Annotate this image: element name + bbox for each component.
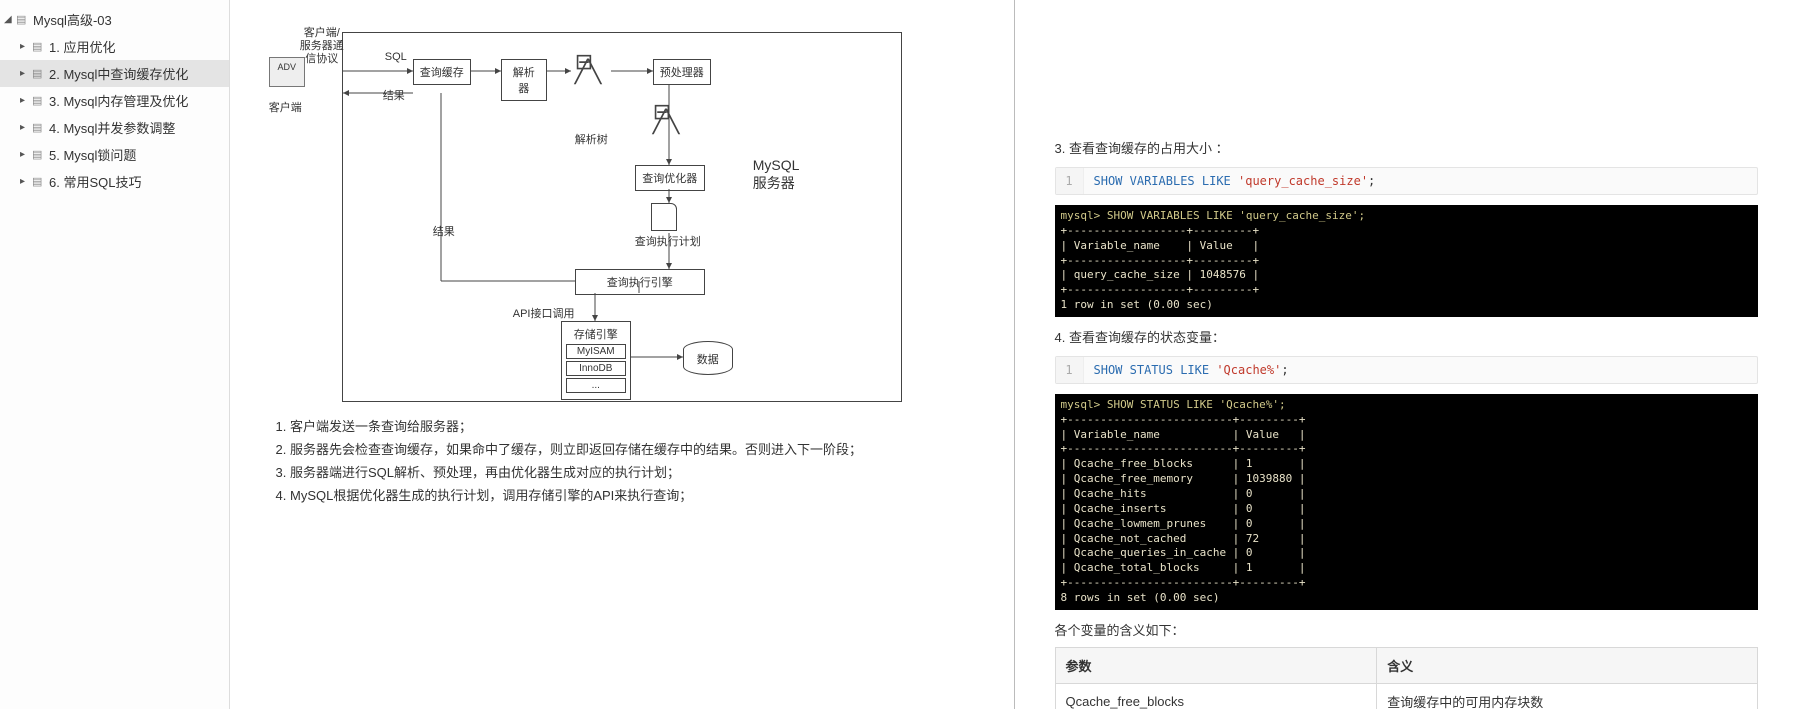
- variable-meaning-table: 参数 含义 Qcache_free_blocks 查询缓存中的可用内存块数 Qc…: [1055, 647, 1759, 709]
- tree-item-label: 3. Mysql内存管理及优化: [49, 91, 188, 110]
- server-title: MySQL 服务器: [753, 157, 800, 193]
- plan-doc-icon: [651, 203, 677, 231]
- exec-engine-box: 查询执行引擎: [575, 269, 705, 295]
- tree-icon: ⊟╱╲: [575, 57, 602, 77]
- api-call-label: API接口调用: [513, 305, 575, 321]
- tree-item-3[interactable]: ▸ ▤ 3. Mysql内存管理及优化: [0, 87, 229, 114]
- tree-item-label: 5. Mysql锁问题: [49, 145, 136, 164]
- tree-item-4[interactable]: ▸ ▤ 4. Mysql并发参数调整: [0, 114, 229, 141]
- tree-item-1[interactable]: ▸ ▤ 1. 应用优化: [0, 33, 229, 60]
- data-cylinder: 数据: [683, 341, 733, 375]
- caret-right-icon: ▸: [20, 68, 32, 79]
- th-meaning: 含义: [1377, 647, 1758, 683]
- page-icon: ▤: [32, 94, 46, 107]
- content-area: ADV 客户端 客户端/服务器通信协议 SQL 查询缓存 解析器 预处理器 ⊟╱…: [230, 0, 1798, 709]
- code-block-3: 1 SHOW VARIABLES LIKE 'query_cache_size'…: [1055, 167, 1759, 195]
- cache-box: 查询缓存: [413, 59, 471, 85]
- result-mid-label: 结果: [433, 223, 455, 239]
- sql-label: SQL: [385, 51, 407, 63]
- th-param: 参数: [1055, 647, 1377, 683]
- architecture-diagram: ADV 客户端 客户端/服务器通信协议 SQL 查询缓存 解析器 预处理器 ⊟╱…: [342, 32, 902, 402]
- tree-root[interactable]: ◢ ▤ Mysql高级-03: [0, 6, 229, 33]
- caret-right-icon: ▸: [20, 122, 32, 133]
- tree-item-6[interactable]: ▸ ▤ 6. 常用SQL技巧: [0, 168, 229, 195]
- tree-icon: ⊟╱╲: [653, 107, 680, 127]
- line-number: 1: [1056, 357, 1084, 383]
- dots-label: ...: [566, 378, 626, 393]
- step-2: 服务器先会检查查询缓存，如果命中了缓存，则立即返回存储在缓存中的结果。否则进入下…: [290, 439, 974, 461]
- vars-intro: 各个变量的含义如下：: [1055, 620, 1759, 639]
- result-top-label: 结果: [383, 87, 405, 103]
- step-4: MySQL根据优化器生成的执行计划，调用存储引擎的API来执行查询；: [290, 485, 974, 507]
- optimizer-box: 查询优化器: [635, 165, 705, 191]
- page-icon: ▤: [32, 148, 46, 161]
- preproc-box: 预处理器: [653, 59, 711, 85]
- parser-box: 解析器: [501, 59, 547, 101]
- parse-tree-label: 解析树: [575, 131, 608, 147]
- page-icon: ▤: [32, 121, 46, 134]
- code-text: SHOW VARIABLES LIKE 'query_cache_size';: [1084, 168, 1386, 194]
- table-row: Qcache_free_blocks 查询缓存中的可用内存块数: [1055, 683, 1758, 709]
- page-right: 3. 查看查询缓存的占用大小 ： 1 SHOW VARIABLES LIKE '…: [1015, 0, 1798, 709]
- step-3: 服务器端进行SQL解析、预处理，再由优化器生成对应的执行计划；: [290, 462, 974, 484]
- code-text: SHOW STATUS LIKE 'Qcache%';: [1084, 357, 1299, 383]
- tree-item-label: 1. 应用优化: [49, 37, 115, 56]
- myisam-label: MyISAM: [566, 344, 626, 359]
- tree-item-label: 4. Mysql并发参数调整: [49, 118, 175, 137]
- caret-down-icon: ◢: [4, 14, 16, 25]
- caret-right-icon: ▸: [20, 41, 32, 52]
- storage-box: 存储引擎 MyISAM InnoDB ...: [561, 321, 631, 400]
- exec-plan-label: 查询执行计划: [635, 233, 701, 249]
- process-steps: 客户端发送一条查询给服务器； 服务器先会检查查询缓存，如果命中了缓存，则立即返回…: [290, 416, 974, 507]
- line-number: 1: [1056, 168, 1084, 194]
- step-1: 客户端发送一条查询给服务器；: [290, 416, 974, 438]
- page-icon: ▤: [16, 13, 30, 26]
- protocol-label: 客户端/服务器通信协议: [299, 27, 345, 66]
- tree-item-label: 2. Mysql中查询缓存优化: [49, 64, 188, 83]
- code-block-4: 1 SHOW STATUS LIKE 'Qcache%';: [1055, 356, 1759, 384]
- outline-sidebar: ◢ ▤ Mysql高级-03 ▸ ▤ 1. 应用优化 ▸ ▤ 2. Mysql中…: [0, 0, 230, 709]
- page-icon: ▤: [32, 175, 46, 188]
- storage-title: 存储引擎: [566, 326, 626, 342]
- caret-right-icon: ▸: [20, 149, 32, 160]
- terminal-output-3: mysql> SHOW VARIABLES LIKE 'query_cache_…: [1055, 205, 1759, 317]
- tree-item-5[interactable]: ▸ ▤ 5. Mysql锁问题: [0, 141, 229, 168]
- page-icon: ▤: [32, 67, 46, 80]
- section-3-head: 3. 查看查询缓存的占用大小 ：: [1055, 138, 1759, 157]
- tree-item-2[interactable]: ▸ ▤ 2. Mysql中查询缓存优化: [0, 60, 229, 87]
- tree-root-label: Mysql高级-03: [33, 10, 112, 29]
- section-4-head: 4. 查看查询缓存的状态变量：: [1055, 327, 1759, 346]
- tree-item-label: 6. 常用SQL技巧: [49, 172, 141, 191]
- client-label: 客户端: [269, 99, 302, 115]
- page-left: ADV 客户端 客户端/服务器通信协议 SQL 查询缓存 解析器 预处理器 ⊟╱…: [230, 0, 1015, 709]
- innodb-label: InnoDB: [566, 361, 626, 376]
- caret-right-icon: ▸: [20, 176, 32, 187]
- page-icon: ▤: [32, 40, 46, 53]
- terminal-output-4: mysql> SHOW STATUS LIKE 'Qcache%'; +----…: [1055, 394, 1759, 610]
- caret-right-icon: ▸: [20, 95, 32, 106]
